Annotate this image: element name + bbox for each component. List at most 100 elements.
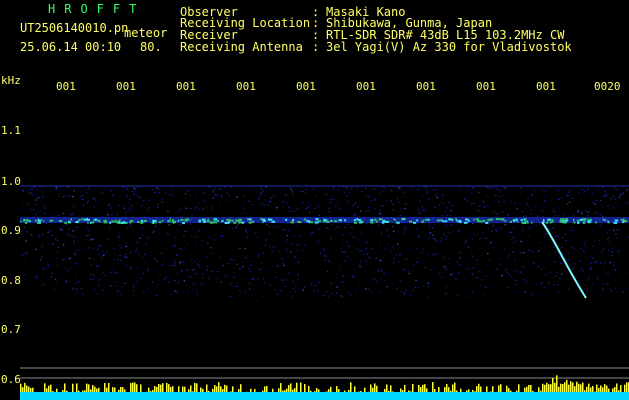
noise-speck <box>597 276 599 278</box>
noise-speck <box>79 249 81 251</box>
noise-speck <box>259 193 262 195</box>
noise-speck <box>41 247 43 249</box>
noise-speck <box>485 195 488 197</box>
noise-speck <box>403 292 406 294</box>
noise-speck <box>626 202 629 204</box>
noise-speck <box>117 258 119 261</box>
noise-speck <box>417 286 419 289</box>
noise-speck <box>473 233 475 235</box>
noise-speck <box>95 200 97 203</box>
noise-speck <box>239 247 241 249</box>
noise-speck <box>317 205 320 207</box>
carrier-speck <box>457 220 462 223</box>
noise-speck <box>239 290 241 292</box>
noise-speck <box>488 223 490 225</box>
noise-speck <box>297 274 299 276</box>
noise-speck <box>358 239 360 241</box>
noise-speck <box>610 288 612 290</box>
noise-speck <box>346 195 349 197</box>
noise-speck <box>612 207 615 209</box>
carrier-speck <box>562 221 567 224</box>
noise-speck <box>117 290 119 292</box>
noise-speck <box>129 208 132 210</box>
noise-speck <box>176 254 178 256</box>
noise-speck <box>553 261 556 263</box>
noise-speck <box>602 205 604 207</box>
noise-speck <box>323 248 325 250</box>
noise-speck <box>434 238 436 240</box>
noise-speck <box>248 288 251 290</box>
noise-speck <box>206 269 209 271</box>
noise-speck <box>478 191 481 194</box>
noise-speck <box>561 197 564 199</box>
noise-speck <box>355 288 357 290</box>
noise-speck <box>479 205 481 207</box>
noise-speck <box>220 236 222 238</box>
noise-speck <box>329 261 332 264</box>
noise-speck <box>168 224 170 226</box>
noise-speck <box>427 237 430 239</box>
noise-speck <box>203 200 206 202</box>
noise-speck <box>176 272 179 275</box>
noise-speck <box>403 232 406 234</box>
noise-speck <box>271 250 273 252</box>
noise-speck <box>68 234 71 236</box>
noise-speck <box>328 207 331 209</box>
noise-speck <box>179 248 181 250</box>
noise-speck <box>32 225 35 227</box>
carrier-speck <box>485 221 489 224</box>
noise-speck <box>163 278 166 281</box>
carrier-speck <box>582 218 587 221</box>
noise-speck <box>587 215 589 217</box>
noise-speck <box>50 229 52 232</box>
noise-speck <box>65 224 68 226</box>
noise-speck <box>607 249 609 251</box>
noise-speck <box>436 197 438 199</box>
noise-speck <box>611 254 613 256</box>
noise-speck <box>391 246 394 248</box>
noise-speck <box>283 264 285 266</box>
noise-speck <box>260 192 262 194</box>
noise-speck <box>390 200 392 202</box>
noise-speck <box>398 201 400 203</box>
carrier-speck <box>524 218 527 221</box>
noise-speck <box>348 245 351 247</box>
noise-speck <box>92 197 95 199</box>
noise-speck <box>329 275 331 277</box>
noise-speck <box>330 199 332 201</box>
noise-speck <box>495 213 498 215</box>
carrier-speck <box>316 221 319 224</box>
noise-speck <box>52 243 54 245</box>
noise-speck <box>210 247 212 249</box>
noise-speck <box>458 189 460 192</box>
noise-speck <box>397 199 399 201</box>
noise-speck <box>171 265 173 267</box>
noise-speck <box>614 287 617 289</box>
noise-speck <box>58 193 60 195</box>
noise-speck <box>467 268 470 270</box>
noise-speck <box>531 225 534 227</box>
noise-speck <box>485 211 487 213</box>
noise-speck <box>206 205 208 207</box>
noise-speck <box>139 237 141 239</box>
carrier-speck <box>206 220 211 223</box>
noise-speck <box>59 278 61 280</box>
noise-speck <box>300 190 302 192</box>
noise-speck <box>115 281 118 283</box>
carrier-speck <box>311 221 313 224</box>
noise-speck <box>146 207 148 210</box>
noise-speck <box>555 235 557 237</box>
noise-speck <box>315 224 317 226</box>
noise-speck <box>615 204 618 206</box>
noise-speck <box>336 292 338 294</box>
noise-speck <box>93 275 96 277</box>
noise-speck <box>506 287 509 289</box>
noise-speck <box>195 195 197 197</box>
noise-speck <box>55 280 58 282</box>
noise-speck <box>527 205 530 207</box>
carrier-speck <box>268 218 273 221</box>
noise-speck <box>290 189 293 191</box>
noise-speck <box>229 258 232 261</box>
noise-speck <box>58 195 60 197</box>
noise-speck <box>69 267 71 269</box>
